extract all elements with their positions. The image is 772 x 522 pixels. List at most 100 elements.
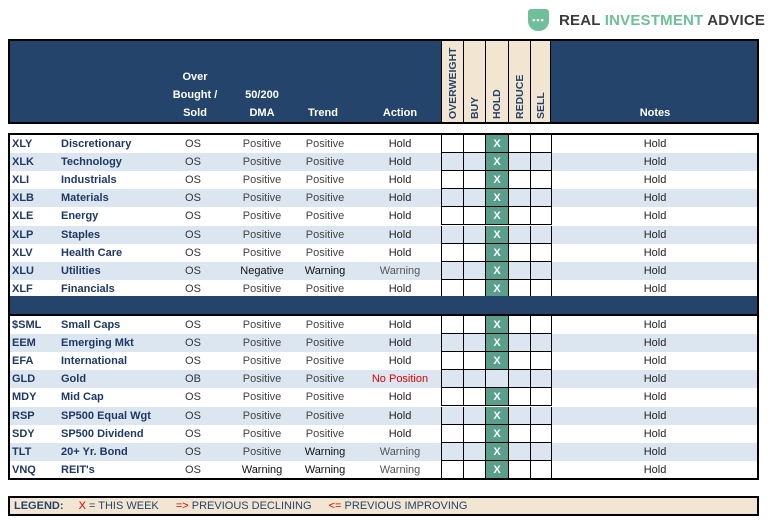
column-divider: [551, 316, 552, 334]
ticker-cell: XLP: [12, 228, 34, 241]
column-divider: [551, 388, 552, 407]
legend-improving-text: PREVIOUS IMPROVING: [344, 500, 468, 512]
overbought-sold-cell: OS: [185, 391, 201, 404]
action-cell: Hold: [388, 156, 412, 169]
notes-cell: Hold: [643, 319, 667, 331]
action-cell: Hold: [388, 228, 412, 241]
position-sell-cell: [530, 135, 551, 153]
action-cell: Hold: [388, 192, 412, 205]
position-overweight-cell: [441, 225, 463, 244]
dma-cell: Positive: [242, 210, 282, 223]
position-hold-cell: X: [485, 460, 508, 479]
position-overweight-cell: [441, 171, 463, 190]
ticker-cell: RSP: [12, 409, 35, 422]
notes-cell: Hold: [643, 138, 667, 150]
position-buy-cell: [463, 171, 485, 190]
table-row: RSP SP500 Equal Wgt OS Positive Positive Hold…: [10, 406, 757, 425]
notes-cell: Hold: [643, 246, 667, 259]
trend-cell: Warning: [304, 264, 346, 277]
trend-cell: Positive: [305, 337, 345, 350]
trend-cell: Positive: [305, 192, 345, 205]
position-overweight-cell: [441, 261, 463, 280]
name-cell: Health Care: [61, 246, 123, 259]
position-overweight-cell: [441, 370, 463, 389]
header-action: Action: [382, 107, 418, 119]
dma-cell: Positive: [242, 373, 282, 386]
table-row: XLV Health Care OS Positive Positive Hold Hold…: [10, 243, 757, 262]
action-cell: Hold: [388, 391, 412, 404]
ticker-cell: XLK: [12, 156, 34, 169]
dma-cell: Warning: [241, 463, 283, 476]
overbought-sold-cell: OB: [185, 373, 201, 386]
position-buy-cell: [463, 316, 485, 334]
table-row: SDY SP500 Dividend OS Positive Positive Hold H…: [10, 424, 757, 443]
ticker-cell: $SML: [12, 319, 42, 331]
name-cell: SP500 Equal Wgt: [61, 409, 151, 422]
overbought-sold-cell: OS: [185, 138, 201, 150]
sector-table: XLY Discretionary OS Positive Positive Hold Ho…: [8, 133, 759, 298]
position-reduce-cell: [508, 225, 530, 244]
position-overweight-cell: [441, 243, 463, 262]
trend-cell: Positive: [305, 319, 345, 331]
position-hold-cell: X: [485, 243, 508, 262]
notes-cell: Hold: [643, 427, 667, 440]
name-cell: Staples: [61, 228, 101, 241]
position-reduce-cell: [508, 406, 530, 425]
trend-cell: Positive: [305, 409, 345, 422]
notes-cell: Hold: [643, 391, 667, 404]
position-buy-cell: [463, 334, 485, 353]
position-buy-cell: [463, 460, 485, 479]
position-buy-cell: [463, 243, 485, 262]
action-cell: Warning: [379, 264, 421, 277]
legend: LEGEND: X = THIS WEEK => PREVIOUS DECLIN…: [8, 496, 759, 516]
position-hold-cell: X: [485, 316, 508, 334]
position-buy-cell: [463, 153, 485, 172]
table-row: XLP Staples OS Positive Positive Hold Hold X: [10, 225, 757, 244]
position-buy-cell: [463, 135, 485, 153]
name-cell: Mid Cap: [61, 391, 104, 404]
position-buy-cell: [463, 388, 485, 407]
position-hold-cell: X: [485, 153, 508, 172]
position-hold-cell: X: [485, 334, 508, 353]
position-reduce-cell: [508, 370, 530, 389]
ticker-cell: XLU: [12, 264, 34, 277]
column-divider: [551, 171, 552, 190]
action-cell: Warning: [379, 463, 421, 476]
position-reduce-cell: [508, 189, 530, 208]
name-cell: Discretionary: [61, 138, 132, 150]
position-sell-cell: [530, 225, 551, 244]
notes-cell: Hold: [643, 174, 667, 187]
notes-cell: Hold: [643, 264, 667, 277]
position-reduce-cell: [508, 316, 530, 334]
header-trend: Trend: [308, 107, 338, 119]
position-overweight-cell: [441, 153, 463, 172]
name-cell: Gold: [61, 373, 87, 386]
position-sell-cell: [530, 460, 551, 479]
position-sell-cell: [530, 442, 551, 461]
position-reduce-cell: [508, 460, 530, 479]
notes-cell: Hold: [643, 409, 667, 422]
position-hold-cell: X: [485, 352, 508, 371]
position-buy-cell: [463, 406, 485, 425]
position-hold-cell: X: [485, 135, 508, 153]
position-reduce-cell: [508, 334, 530, 353]
trend-cell: Positive: [305, 174, 345, 187]
position-buy-cell: [463, 352, 485, 371]
header-notes: Notes: [639, 107, 671, 119]
position-overweight-cell: [441, 189, 463, 208]
header-label: REDUCE: [513, 74, 526, 119]
column-divider: [551, 261, 552, 280]
table-row: XLI Industrials OS Positive Positive Hold Hold…: [10, 171, 757, 190]
trend-cell: Positive: [305, 373, 345, 386]
ticker-cell: VNQ: [12, 463, 36, 476]
position-header-band: OVERWEIGHT BUY HOLD REDUCE SELL: [441, 41, 551, 122]
header-text: Sold: [183, 107, 207, 119]
dma-cell: Positive: [242, 445, 282, 458]
position-sell-cell: [530, 388, 551, 407]
position-hold-cell: [485, 370, 508, 389]
name-cell: Industrials: [61, 174, 117, 187]
position-hold-cell: X: [485, 442, 508, 461]
header-label: BUY: [468, 96, 481, 119]
ticker-cell: GLD: [12, 373, 36, 386]
action-cell: Hold: [388, 409, 412, 422]
